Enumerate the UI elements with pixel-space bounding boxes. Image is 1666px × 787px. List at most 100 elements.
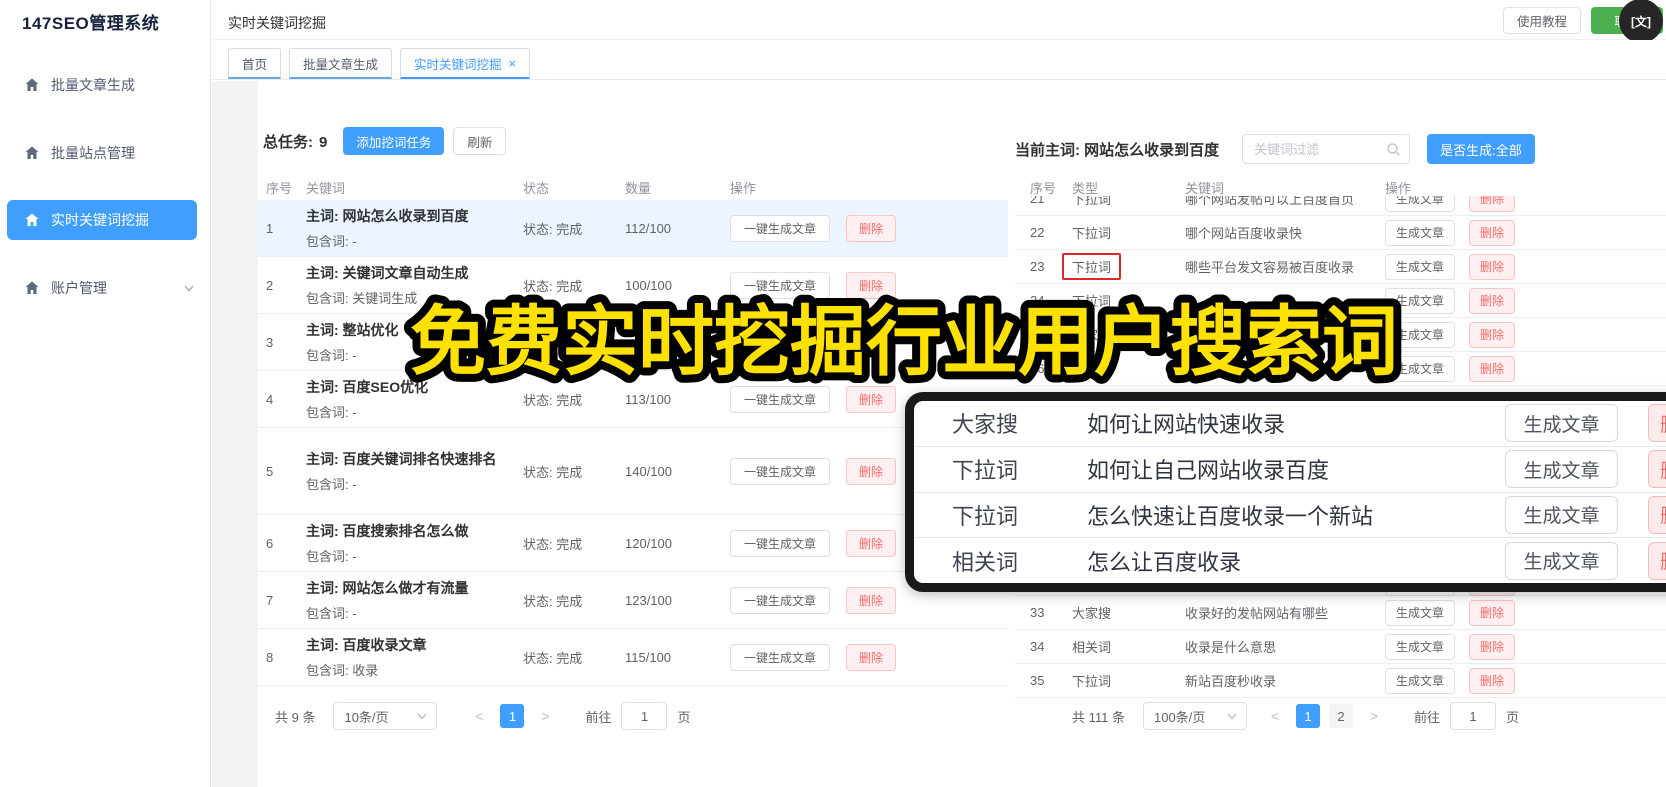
page-size-select[interactable]: 100条/页	[1142, 702, 1247, 730]
col-actions: 操作	[730, 180, 757, 196]
task-row[interactable]: 4 主词: 百度SEO优化 包含词: - 状态: 完成 113/100 一键生成文…	[258, 371, 1008, 428]
keyword-row[interactable]: 23 下拉词 哪些平台发文容易被百度收录 生成文章 删除	[1015, 250, 1666, 284]
task-row[interactable]: 3 主词: 整站优化 包含词: - 一键生成文章 删除	[258, 314, 1008, 371]
generate-article-button[interactable]: 生成文章	[1385, 287, 1456, 314]
keyword-row[interactable]: 22 下拉词 哪个网站百度收录快 生成文章 删除	[1015, 216, 1666, 250]
delete-keyword-button[interactable]: 删除	[1469, 599, 1516, 626]
generate-article-button[interactable]: 生成文章	[1385, 321, 1456, 348]
prev-page-button[interactable]: <	[1262, 704, 1287, 728]
keyword-row[interactable]: 34 相关词 收录是什么意思 生成文章 删除	[1015, 630, 1666, 664]
task-row[interactable]: 7 主词: 网站怎么做才有流量 包含词: - 状态: 完成 123/100 一键生…	[258, 572, 1008, 629]
task-row[interactable]: 8 主词: 百度收录文章 包含词: 收录 状态: 完成 115/100 一键生成文…	[258, 629, 1008, 686]
page-number-1[interactable]: 1	[1295, 704, 1320, 728]
generate-all-button[interactable]: 是否生成:全部	[1427, 134, 1535, 164]
keyword-row[interactable]: 24 下拉词 生成文章 删除	[1015, 284, 1666, 318]
next-page-button[interactable]: >	[533, 704, 558, 728]
task-count: 120/100	[625, 535, 672, 551]
next-page-button[interactable]: >	[1361, 704, 1386, 728]
goto-page-input[interactable]	[621, 702, 668, 730]
delete-keyword-button[interactable]: 删除	[1469, 321, 1516, 348]
task-row[interactable]: 6 主词: 百度搜索排名怎么做 包含词: - 状态: 完成 120/100 一键生…	[258, 515, 1008, 572]
delete-task-button[interactable]: 删除	[846, 214, 897, 242]
task-status: 状态: 完成	[523, 650, 583, 666]
delete-keyword-button[interactable]: 删除	[1469, 633, 1516, 660]
generate-article-button[interactable]: 一键生成文章	[730, 529, 831, 557]
generate-article-button[interactable]: 生成文章	[1505, 450, 1618, 489]
delete-task-button[interactable]: 删除	[846, 457, 897, 485]
generate-article-button[interactable]: 一键生成文章	[730, 385, 831, 413]
delete-keyword-button[interactable]: 删除	[1469, 667, 1516, 694]
kw-text: 哪个网站百度收录快	[1185, 226, 1303, 241]
delete-keyword-button[interactable]: 删除	[1648, 541, 1666, 580]
generate-article-button[interactable]: 生成文章	[1385, 219, 1456, 246]
keyword-row[interactable]: 26 下拉词 如何百度收录网站 生成文章 删除	[1015, 352, 1666, 386]
page-size-select[interactable]: 10条/页	[333, 702, 438, 730]
sidebar-item-label: 批量站点管理	[51, 145, 135, 161]
delete-task-button[interactable]: 删除	[846, 586, 897, 614]
generate-article-button[interactable]: 一键生成文章	[730, 214, 831, 242]
delete-keyword-button[interactable]: 删除	[1648, 450, 1666, 489]
keyword-row[interactable]: 35 下拉词 新站百度秒收录 生成文章 删除	[1015, 664, 1666, 698]
tab-bar: 首页 批量文章生成 实时关键词挖掘 ×	[211, 40, 1666, 80]
task-row[interactable]: 5 主词: 百度关键词排名快速排名 包含词: - 状态: 完成 140/100 一…	[258, 428, 1008, 515]
delete-keyword-button[interactable]: 删除	[1469, 355, 1516, 382]
tab-home[interactable]: 首页	[228, 48, 282, 79]
kw-text: 怎么快速让百度收录一个新站	[1087, 503, 1374, 529]
generate-article-button[interactable]: 生成文章	[1505, 541, 1618, 580]
delete-task-button[interactable]: 删除	[846, 271, 897, 299]
task-main-keyword: 主词: 百度SEO优化	[306, 378, 429, 395]
task-include-words: 包含词: -	[306, 477, 357, 493]
generate-article-button[interactable]: 一键生成文章	[730, 328, 831, 356]
page-number-1[interactable]: 1	[500, 704, 525, 728]
tab-batch-article[interactable]: 批量文章生成	[289, 48, 393, 79]
task-row[interactable]: 1 主词: 网站怎么收录到百度 包含词: - 状态: 完成 112/100 一键生…	[258, 200, 1008, 257]
keyword-row[interactable]: 33 大家搜 收录好的发帖网站有哪些 生成文章 删除	[1015, 596, 1666, 630]
task-row[interactable]: 2 主词: 关键词文章自动生成 包含词: 关键词生成 状态: 完成 100/100…	[258, 257, 1008, 314]
goto-label: 前往	[1413, 709, 1440, 725]
generate-article-button[interactable]: 一键生成文章	[730, 457, 831, 485]
kw-seq: 25	[1030, 327, 1045, 342]
delete-task-button[interactable]: 删除	[846, 328, 897, 356]
sidebar-item-batch-site[interactable]: 批量站点管理	[0, 133, 211, 173]
tab-keyword-mining[interactable]: 实时关键词挖掘 ×	[400, 48, 531, 79]
generate-article-button[interactable]: 一键生成文章	[730, 643, 831, 671]
generate-article-button[interactable]: 生成文章	[1385, 633, 1456, 660]
keyword-row[interactable]: 21 下拉词 哪个网站发帖可以上百度首页 生成文章 删除	[1015, 196, 1666, 216]
generate-article-button[interactable]: 生成文章	[1385, 599, 1456, 626]
goto-page-input[interactable]	[1450, 702, 1496, 730]
tab-close-icon[interactable]: ×	[509, 56, 517, 71]
delete-task-button[interactable]: 删除	[846, 529, 897, 557]
delete-keyword-button[interactable]: 删除	[1469, 219, 1516, 246]
delete-keyword-button[interactable]: 删除	[1469, 196, 1516, 212]
delete-keyword-button[interactable]: 删除	[1648, 495, 1666, 534]
generate-article-button[interactable]: 生成文章	[1385, 667, 1456, 694]
kw-type: 大家搜	[1072, 606, 1112, 621]
task-seq: 3	[266, 334, 274, 350]
delete-task-button[interactable]: 删除	[846, 385, 897, 413]
generate-article-button[interactable]: 生成文章	[1505, 495, 1618, 534]
refresh-button[interactable]: 刷新	[453, 127, 507, 155]
sidebar-item-account[interactable]: 账户管理	[0, 268, 211, 308]
prev-page-button[interactable]: <	[467, 704, 492, 728]
sidebar-item-batch-article[interactable]: 批量文章生成	[0, 65, 211, 105]
kw-type: 大家搜	[1072, 328, 1112, 343]
add-task-button[interactable]: 添加挖词任务	[343, 127, 445, 155]
generate-article-button[interactable]: 生成文章	[1385, 253, 1456, 280]
page-number-2[interactable]: 2	[1328, 704, 1353, 728]
delete-keyword-button[interactable]: 删除	[1469, 287, 1516, 314]
generate-article-button[interactable]: 一键生成文章	[730, 271, 831, 299]
generate-article-button[interactable]: 一键生成文章	[730, 586, 831, 614]
chevron-down-icon	[417, 713, 428, 720]
chevron-down-icon	[1227, 713, 1237, 720]
delete-keyword-button[interactable]: 删除	[1469, 253, 1516, 280]
tutorial-button[interactable]: 使用教程	[1503, 7, 1582, 34]
keyword-filter-input[interactable]	[1242, 134, 1411, 164]
keyword-row[interactable]: 25 大家搜 生成文章 删除	[1015, 318, 1666, 352]
delete-task-button[interactable]: 删除	[846, 643, 897, 671]
generate-article-button[interactable]: 生成文章	[1385, 355, 1456, 382]
sidebar-item-keyword-mining[interactable]: 实时关键词挖掘	[7, 200, 197, 240]
sidebar: 147SEO管理系统 批量文章生成 批量站点管理 实时关键词挖掘 账户管理	[0, 0, 211, 787]
generate-article-button[interactable]: 生成文章	[1505, 404, 1618, 443]
delete-keyword-button[interactable]: 删除	[1648, 404, 1666, 443]
generate-article-button[interactable]: 生成文章	[1385, 196, 1456, 212]
